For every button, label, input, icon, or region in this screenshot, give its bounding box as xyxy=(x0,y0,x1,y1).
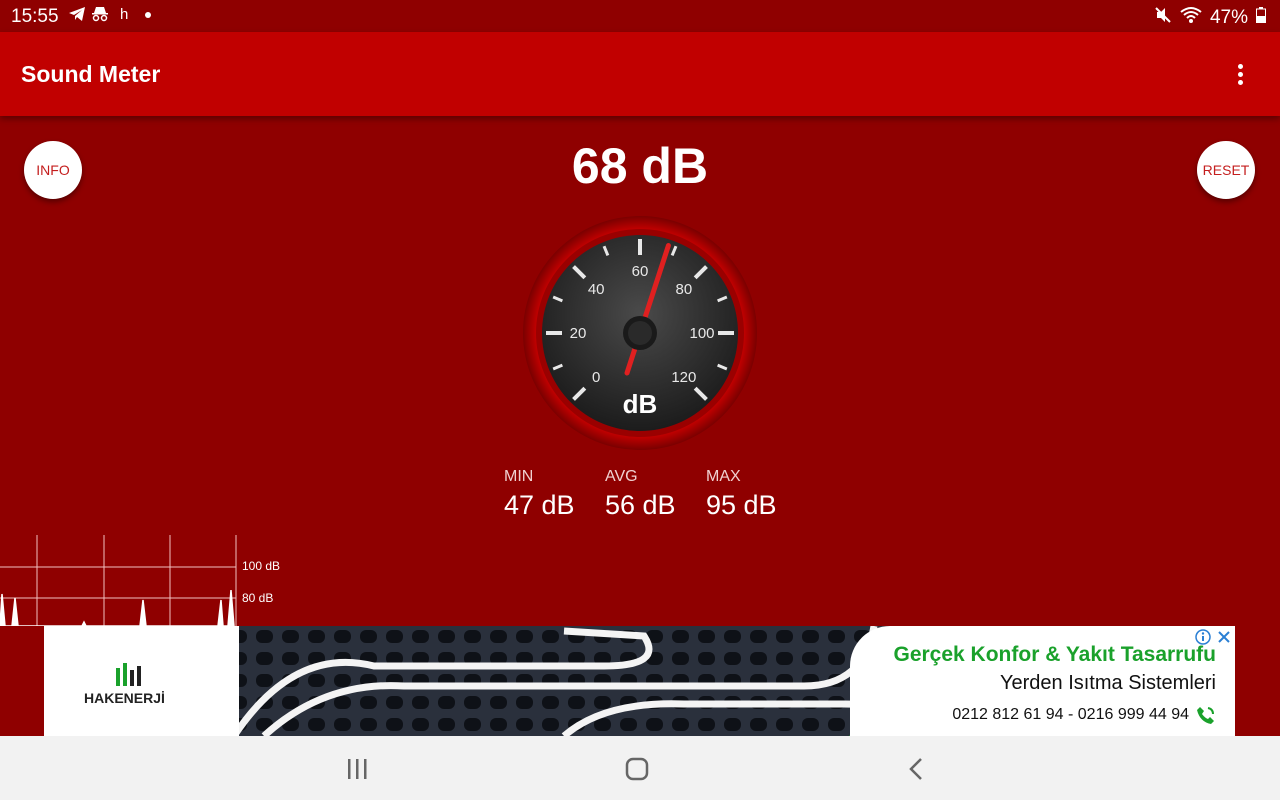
decibel-gauge: 0 20 40 60 80 100 120 dB xyxy=(523,216,757,450)
gauge-tick-label: 0 xyxy=(592,369,600,386)
stat-max: MAX 95 dB xyxy=(706,468,777,521)
stat-min-value: 47 dB xyxy=(504,490,575,520)
gauge-tick-label: 80 xyxy=(675,281,692,298)
h-icon: h xyxy=(120,6,129,23)
incognito-icon xyxy=(91,6,109,27)
ad-logo-panel: HAKENERJİ xyxy=(44,626,239,736)
ad-banner[interactable]: HAKENERJİ Gerçek Konfor & Yakıt Tasarruf… xyxy=(44,626,1235,736)
phone-icon xyxy=(1197,707,1214,724)
gauge-unit: dB xyxy=(623,389,658,419)
graph-label-100: 100 dB xyxy=(242,559,280,573)
mute-icon xyxy=(1154,6,1172,30)
graph-label-80: 80 dB xyxy=(242,591,273,605)
stat-max-value: 95 dB xyxy=(706,490,777,520)
status-bar: 15:55 h 47% xyxy=(0,0,1280,32)
stat-avg: AVG 56 dB xyxy=(605,468,676,521)
stat-min-label: MIN xyxy=(504,468,534,485)
history-graph: 100 dB 80 dB xyxy=(0,535,280,626)
stat-avg-label: AVG xyxy=(605,468,638,485)
close-icon[interactable] xyxy=(1217,630,1231,644)
graph-grid xyxy=(0,535,237,626)
stat-min: MIN 47 dB xyxy=(504,468,575,521)
gauge-tick-label: 60 xyxy=(632,263,649,280)
status-time: 15:55 xyxy=(11,6,59,27)
telegram-icon xyxy=(68,6,86,27)
wifi-icon xyxy=(1180,6,1202,30)
ad-text-panel: Gerçek Konfor & Yakıt Tasarrufu Yerden I… xyxy=(850,626,1235,736)
dot-icon xyxy=(145,6,151,27)
gauge-tick-label: 120 xyxy=(671,369,696,386)
battery-icon xyxy=(1256,7,1266,29)
more-vert-icon[interactable] xyxy=(1228,62,1252,88)
ad-headline: Gerçek Konfor & Yakıt Tasarrufu xyxy=(893,643,1217,666)
stat-max-label: MAX xyxy=(706,468,741,485)
graph-trace xyxy=(0,589,235,626)
gauge-tick-label: 20 xyxy=(570,325,587,342)
back-icon[interactable] xyxy=(902,754,932,784)
battery-percent: 47% xyxy=(1209,7,1248,28)
home-icon[interactable] xyxy=(622,754,652,784)
app-bar: Sound Meter xyxy=(0,32,1280,116)
gauge-tick-label: 100 xyxy=(689,325,714,342)
stat-avg-value: 56 dB xyxy=(605,490,676,520)
ad-brand: HAKENERJİ xyxy=(84,690,165,706)
adchoices-icon[interactable] xyxy=(1195,629,1211,645)
navigation-bar xyxy=(0,736,1280,800)
ad-subline: Yerden Isıtma Sistemleri xyxy=(999,672,1216,694)
reset-button[interactable]: RESET xyxy=(1197,141,1255,199)
info-button[interactable]: INFO xyxy=(24,141,82,199)
app-title: Sound Meter xyxy=(21,61,161,87)
ad-phone: 0212 812 61 94 - 0216 999 44 94 xyxy=(952,706,1189,723)
recent-apps-icon[interactable] xyxy=(343,754,373,784)
gauge-tick-label: 40 xyxy=(588,281,605,298)
current-reading: 68 dB xyxy=(571,138,709,194)
hakenerji-logo-icon xyxy=(116,663,141,686)
